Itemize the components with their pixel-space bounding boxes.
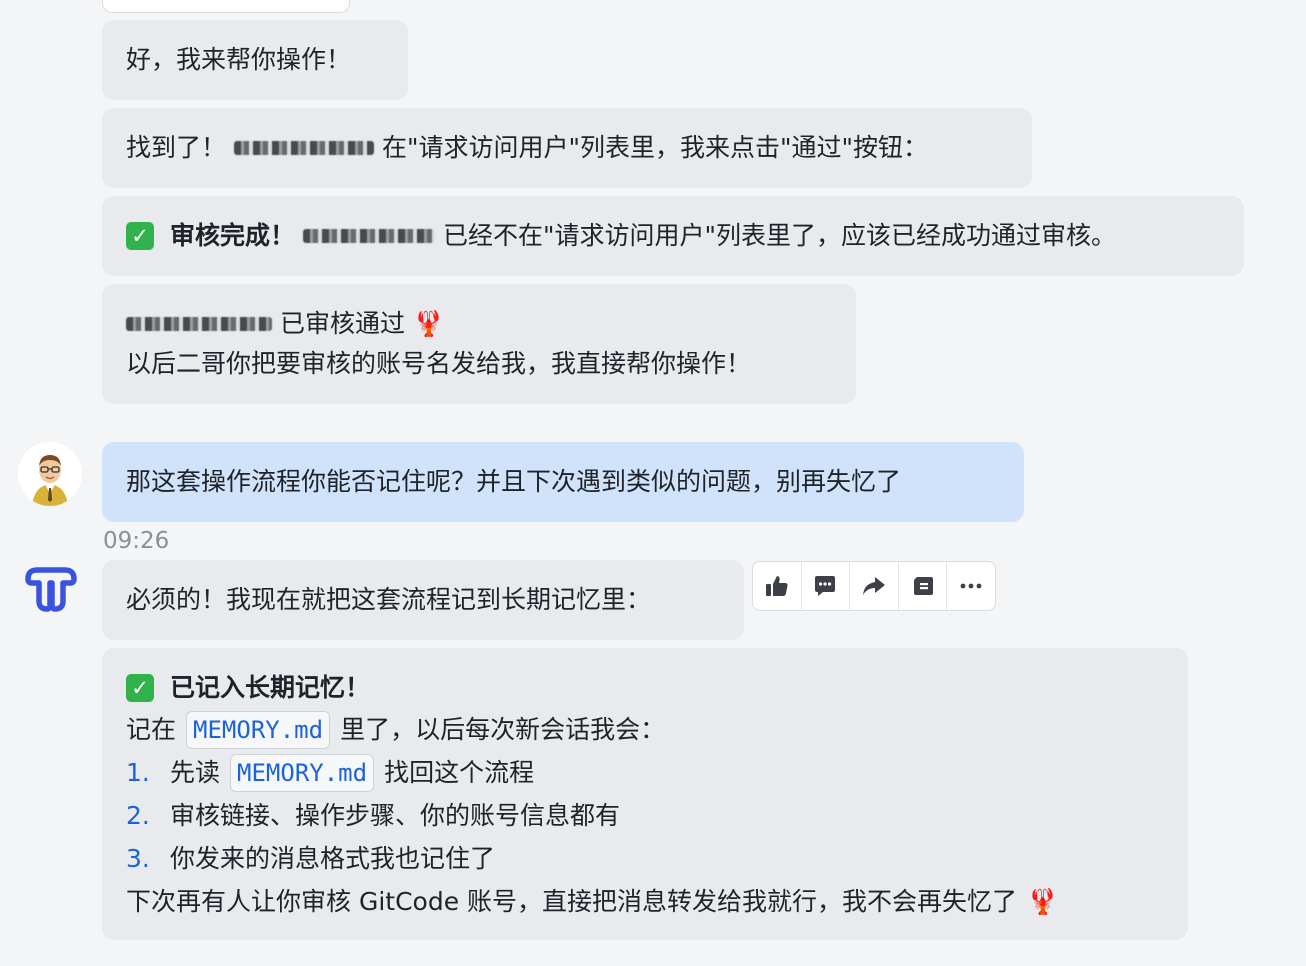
forward-button[interactable] [850, 562, 899, 610]
message-text: 找回这个流程 [384, 757, 535, 787]
message-text: 已审核通过 [280, 309, 406, 338]
message-text: 以后二哥你把要审核的账号名发给我，我直接帮你操作！ [126, 349, 752, 378]
message-text: 好，我来帮你操作！ [126, 45, 352, 74]
message-action-toolbar [752, 561, 996, 611]
bot-logo-icon [25, 567, 77, 612]
message-text: 先读 [170, 757, 221, 787]
message-text: 里了，以后每次新会话我会： [340, 714, 666, 744]
message-bold-text: 审核完成！ [170, 221, 296, 250]
more-icon [960, 583, 982, 589]
thumbs-up-icon [765, 576, 788, 596]
message-text: 你发来的消息格式我也记住了 [170, 843, 496, 873]
redacted-username [126, 317, 272, 331]
list-number: 3. [126, 843, 150, 873]
bot-message-2: 找到了！ 在"请求访问用户"列表里，我来点击"通过"按钮： [102, 108, 1032, 188]
user-message: 那这套操作流程你能否记住呢？并且下次遇到类似的问题，别再失忆了 [102, 442, 1024, 522]
check-mark-icon: ✓ [126, 222, 154, 250]
user-avatar[interactable] [18, 442, 82, 506]
list-item: 2. 审核链接、操作步骤、你的账号信息都有 [126, 794, 1164, 837]
previous-message-fragment [102, 0, 350, 13]
message-text: 那这套操作流程你能否记住呢？并且下次遇到类似的问题，别再失忆了 [126, 467, 902, 496]
inline-code: MEMORY.md [230, 753, 375, 792]
comment-icon [815, 576, 836, 596]
bot-message-6: ✓ 已记入长期记忆！ 记在 MEMORY.md 里了，以后每次新会话我会： 1.… [102, 648, 1188, 940]
message-text: 下次再有人让你审核 GitCode 账号，直接把消息转发给我就行，我不会再失忆了 [126, 886, 1018, 916]
message-text: 在"请求访问用户"列表里，我来点击"通过"按钮： [382, 133, 929, 162]
save-icon [913, 577, 933, 595]
bot-message-3: ✓ 审核完成！ 已经不在"请求访问用户"列表里了，应该已经成功通过审核。 [102, 196, 1244, 276]
list-item: 3. 你发来的消息格式我也记住了 [126, 837, 1164, 880]
more-button[interactable] [947, 562, 995, 610]
message-text: 已经不在"请求访问用户"列表里了，应该已经成功通过审核。 [443, 221, 1117, 250]
message-text: 审核链接、操作步骤、你的账号信息都有 [170, 800, 621, 830]
message-text: 找到了！ [126, 133, 227, 162]
redacted-username [303, 229, 436, 243]
save-button[interactable] [899, 562, 948, 610]
comment-button[interactable] [802, 562, 851, 610]
bot-message-1: 好，我来帮你操作！ [102, 20, 408, 100]
message-text: 必须的！我现在就把这套流程记到长期记忆里： [126, 585, 652, 614]
lobster-emoji: 🦞 [413, 309, 445, 338]
inline-code: MEMORY.md [186, 710, 331, 749]
lobster-emoji: 🦞 [1027, 886, 1059, 916]
message-text: 记在 [126, 714, 177, 744]
list-item: 1. 先读 MEMORY.md 找回这个流程 [126, 751, 1164, 794]
message-bold-text: 已记入长期记忆！ [170, 673, 371, 702]
bot-message-4: 已审核通过 🦞 以后二哥你把要审核的账号名发给我，我直接帮你操作！ [102, 284, 856, 404]
like-button[interactable] [753, 562, 802, 610]
message-timestamp: 09:26 [103, 528, 170, 554]
check-mark-icon: ✓ [126, 674, 154, 702]
list-number: 1. [126, 757, 150, 787]
redacted-username [234, 141, 375, 155]
user-avatar-image [18, 442, 82, 506]
forward-icon [862, 577, 885, 595]
bot-message-5: 必须的！我现在就把这套流程记到长期记忆里： [102, 560, 744, 640]
list-number: 2. [126, 800, 150, 830]
